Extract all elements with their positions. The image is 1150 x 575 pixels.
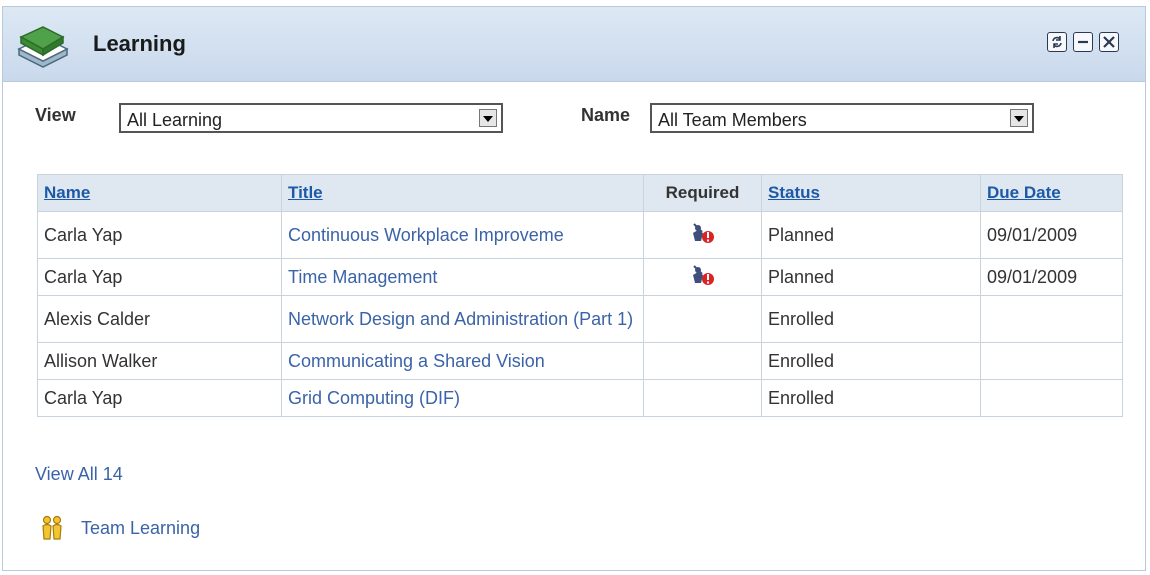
refresh-button[interactable] [1047, 32, 1067, 52]
view-select[interactable]: All Learning [119, 103, 503, 133]
row-title-link[interactable]: Continuous Workplace Improveme [281, 211, 644, 259]
required-icon [690, 222, 716, 249]
pagelet-title: Learning [93, 31, 186, 56]
row-title-link[interactable]: Time Management [281, 258, 644, 296]
name-label: Name [581, 105, 631, 125]
column-header-name[interactable]: Name [37, 174, 282, 212]
row-status: Enrolled [761, 379, 981, 417]
row-required [643, 258, 762, 296]
table-row: Allison Walker Communicating a Shared Vis… [37, 342, 1123, 380]
minimize-button[interactable] [1073, 32, 1093, 52]
column-header-due-date[interactable]: Due Date [980, 174, 1123, 212]
row-due-date [980, 379, 1123, 417]
row-status: Enrolled [761, 342, 981, 380]
minimize-icon [1078, 40, 1088, 44]
row-title-link[interactable]: Communicating a Shared Vision [281, 342, 644, 380]
name-select[interactable]: All Team Members [650, 103, 1034, 133]
column-header-required: Required [643, 174, 762, 212]
team-icon [42, 515, 62, 540]
row-due-date: 09/01/2009 [980, 258, 1123, 296]
learning-table: Name Title Required Status Due Date Carl… [37, 174, 1123, 417]
row-name: Alexis Calder [37, 295, 282, 343]
close-icon [1103, 36, 1115, 48]
row-name: Carla Yap [37, 379, 282, 417]
table-row: Carla Yap Continuous Workplace Improveme P… [37, 211, 1123, 259]
column-header-title[interactable]: Title [281, 174, 644, 212]
row-status: Planned [761, 211, 981, 259]
row-status: Planned [761, 258, 981, 296]
table-row: Carla Yap Grid Computing (DIF) Enrolled [37, 379, 1123, 417]
view-all-link[interactable]: View All 14 [35, 464, 123, 485]
view-label: View [35, 105, 76, 125]
close-button[interactable] [1099, 32, 1119, 52]
column-header-status[interactable]: Status [761, 174, 981, 212]
row-due-date [980, 342, 1123, 380]
row-required [643, 379, 762, 417]
row-status: Enrolled [761, 295, 981, 343]
row-required [643, 342, 762, 380]
team-learning-label[interactable]: Team Learning [81, 518, 200, 539]
row-title-link[interactable]: Grid Computing (DIF) [281, 379, 644, 417]
table-row: Alexis Calder Network Design and Administ… [37, 295, 1123, 343]
refresh-icon [1052, 36, 1062, 48]
required-icon [690, 264, 716, 291]
row-name: Carla Yap [37, 211, 282, 259]
pagelet-header: Learning [3, 7, 1145, 82]
row-due-date [980, 295, 1123, 343]
name-select-value: All Team Members [658, 110, 807, 130]
row-due-date: 09/01/2009 [980, 211, 1123, 259]
row-required [643, 211, 762, 259]
table-row: Carla Yap Time Management Planned 09/01/200… [37, 258, 1123, 296]
row-name: Allison Walker [37, 342, 282, 380]
chevron-down-icon[interactable] [479, 109, 497, 127]
row-name: Carla Yap [37, 258, 282, 296]
table-header-row: Name Title Required Status Due Date [37, 174, 1123, 212]
row-title-link[interactable]: Network Design and Administration (Part … [281, 295, 644, 343]
chevron-down-icon[interactable] [1010, 109, 1028, 127]
books-icon [17, 26, 69, 68]
learning-pagelet: Learning View All Learning Name All Team… [2, 6, 1146, 571]
view-select-value: All Learning [127, 110, 223, 130]
row-required [643, 295, 762, 343]
